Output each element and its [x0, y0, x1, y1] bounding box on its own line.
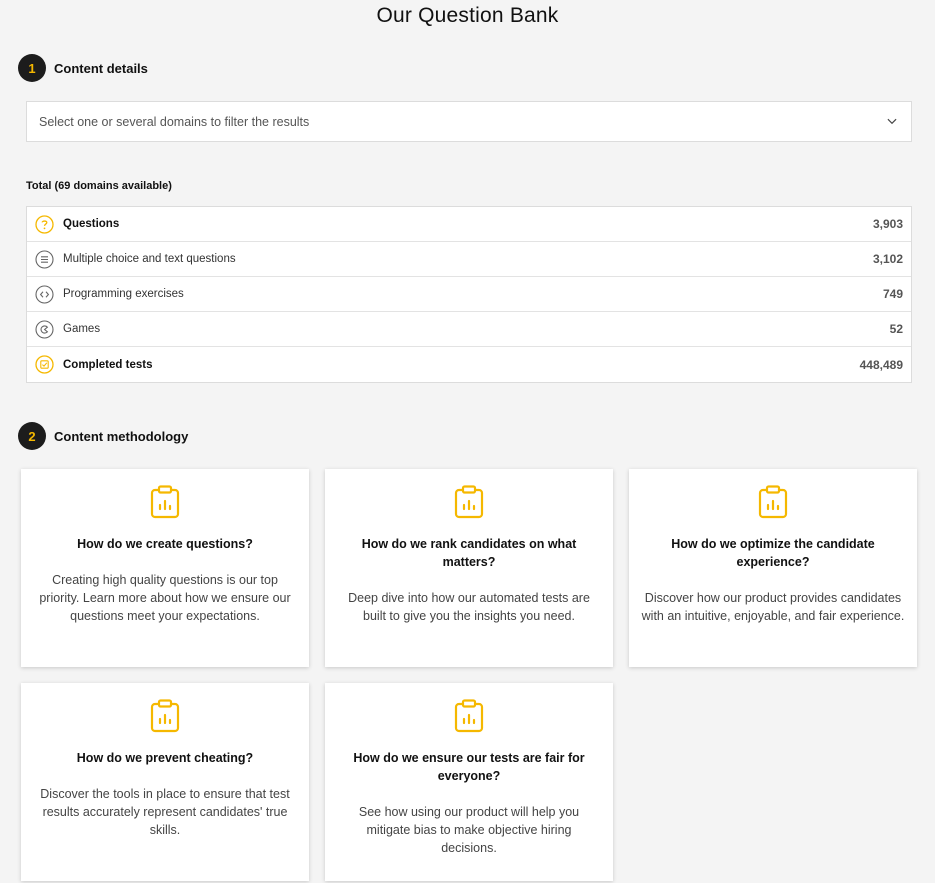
card-title: How do we prevent cheating?: [76, 751, 254, 765]
stat-label: Games: [63, 323, 101, 335]
stats-table: Questions 3,903 Multiple choice and text…: [26, 206, 912, 383]
clipboard-chart-icon: [758, 485, 788, 519]
section-title: Content details: [54, 60, 148, 76]
card-description: Discover how our product provides candid…: [641, 591, 905, 623]
stat-value: 52: [889, 322, 903, 336]
stat-label: Questions: [63, 218, 120, 230]
stat-row-games: Games 52: [27, 312, 911, 347]
stat-label: Completed tests: [63, 358, 153, 371]
card-title: How do we create questions?: [77, 537, 253, 551]
section-content-methodology-header: 2 Content methodology: [18, 422, 188, 450]
card-title: How do we ensure our tests are fair for …: [353, 751, 585, 783]
clipboard-chart-icon: [454, 485, 484, 519]
chevron-down-icon: [887, 117, 897, 127]
stat-value: 3,903: [872, 217, 903, 231]
section-content-details-header: 1 Content details: [18, 54, 148, 82]
section-title: Content methodology: [54, 428, 189, 444]
card-title: How do we optimize the candidate experie…: [671, 537, 875, 569]
domain-filter-select[interactable]: Select one or several domains to filter …: [26, 101, 912, 142]
card-description: Discover the tools in place to ensure th…: [40, 787, 290, 837]
methodology-card-fair-tests[interactable]: How do we ensure our tests are fair for …: [325, 683, 613, 881]
clipboard-chart-icon: [454, 699, 484, 733]
methodology-card-create-questions[interactable]: How do we create questions? Creating hig…: [21, 469, 309, 667]
stat-label: Multiple choice and text questions: [63, 253, 236, 265]
domain-filter-placeholder: Select one or several domains to filter …: [39, 114, 310, 129]
checked-test-icon: [35, 355, 54, 374]
list-icon: [35, 249, 54, 269]
methodology-card-candidate-experience[interactable]: How do we optimize the candidate experie…: [629, 469, 917, 667]
step-number-badge: 2: [18, 422, 46, 450]
clipboard-chart-icon: [150, 699, 180, 733]
stat-label: Programming exercises: [63, 288, 184, 300]
card-description: Creating high quality questions is our t…: [39, 573, 291, 623]
stat-row-completed-tests: Completed tests 448,489: [27, 347, 911, 382]
stat-value: 3,102: [872, 252, 903, 266]
page-title: Our Question Bank: [376, 4, 559, 27]
stat-row-multiple-choice: Multiple choice and text questions 3,102: [27, 242, 911, 277]
stat-row-questions: Questions 3,903: [27, 207, 911, 242]
card-description: See how using our product will help you …: [358, 805, 580, 855]
question-icon: [35, 214, 54, 234]
clipboard-chart-icon: [150, 485, 180, 519]
total-domains-label: Total (69 domains available): [26, 180, 172, 192]
stat-value: 448,489: [859, 357, 903, 372]
stat-row-programming: Programming exercises 749: [27, 277, 911, 312]
game-icon: [35, 319, 54, 339]
card-description: Deep dive into how our automated tests a…: [348, 591, 590, 623]
methodology-card-rank-candidates[interactable]: How do we rank candidates on what matter…: [325, 469, 613, 667]
stat-value: 749: [882, 287, 903, 301]
card-title: How do we rank candidates on what matter…: [361, 537, 577, 569]
code-icon: [35, 284, 54, 304]
methodology-card-prevent-cheating[interactable]: How do we prevent cheating? Discover the…: [21, 683, 309, 881]
step-number-badge: 1: [18, 54, 46, 82]
